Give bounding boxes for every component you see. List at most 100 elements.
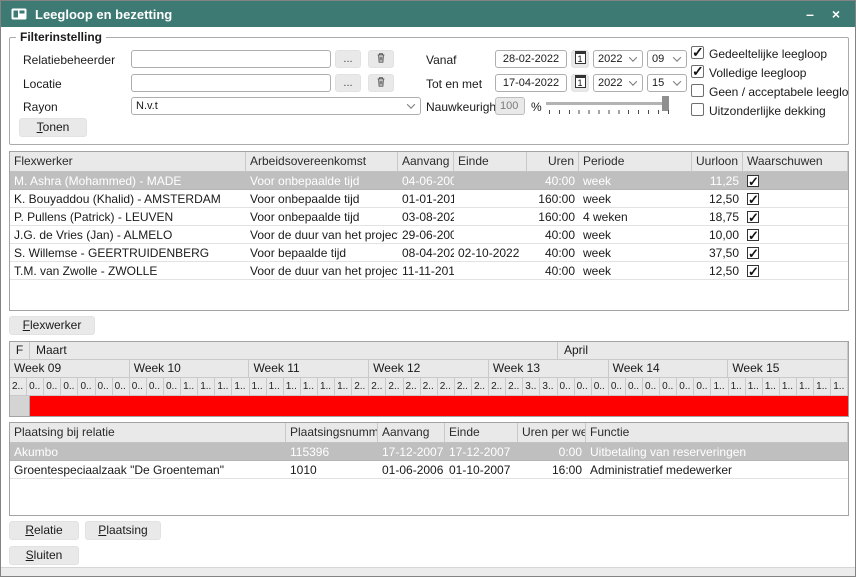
volledige-leegloop-checkbox[interactable] [691,65,704,78]
tonen-button[interactable]: Tonen [19,118,87,137]
gedeeltelijke-leegloop-checkbox[interactable] [691,46,704,59]
leegloop-en-bezetting-window: Leegloop en bezetting – × Filterinstelli… [0,0,856,577]
timeline-day-cell: 0.. [660,378,677,395]
locatie-label: Locatie [23,76,62,92]
tot-en-met-date-input[interactable]: 17-04-2022 [495,74,567,92]
col-functie[interactable]: Functie [586,423,848,442]
waarschuwen-checkbox[interactable] [747,211,759,223]
chevron-down-icon [629,53,637,61]
locatie-input[interactable] [131,74,331,92]
flexwerker-row-pullens[interactable]: P. Pullens (Patrick) - LEUVEN Voor onbep… [10,208,848,226]
cell-arbeidsovereenkomst: Voor de duur van het project [246,226,398,243]
cell-uurloon: 11,25 [692,172,743,189]
cell-periode: week [579,190,692,207]
relatiebeheerder-input[interactable] [131,50,331,68]
title-bar[interactable]: Leegloop en bezetting – × [1,1,855,27]
uitzonderlijke-dekking-checkbox[interactable] [691,103,704,116]
geen-acceptabele-leegloop-checkbox[interactable] [691,84,704,97]
flexwerker-row-ashra[interactable]: M. Ashra (Mohammed) - MADE Voor onbepaal… [10,172,848,190]
col-einde[interactable]: Einde [454,152,527,171]
timeline-week-cell: Week 14 [609,360,729,377]
col-arbeidsovereenkomst[interactable]: Arbeidsovereenkomst [246,152,398,171]
timeline-week-cell: Week 15 [728,360,848,377]
cell-uurloon: 12,50 [692,262,743,279]
col-uren[interactable]: Uren [527,152,579,171]
flexwerker-row-bouyaddou[interactable]: K. Bouyaddou (Khalid) - AMSTERDAM Voor o… [10,190,848,208]
cell-arbeidsovereenkomst: Voor onbepaalde tijd [246,190,398,207]
timeline-day-cell: 2.. [386,378,403,395]
vanaf-week-select[interactable]: 09 [647,50,687,68]
timeline-day-cell: 1.. [232,378,249,395]
cell-flexwerker: J.G. de Vries (Jan) - ALMELO [10,226,246,243]
timeline-day-cell: 2.. [369,378,386,395]
flexwerker-row-devries[interactable]: J.G. de Vries (Jan) - ALMELO Voor de duu… [10,226,848,244]
locatie-browse-button[interactable]: ... [335,74,361,92]
timeline-day-cell: 2.. [10,378,27,395]
timeline-week-cell: Week 09 [10,360,130,377]
relatiebeheerder-browse-button[interactable]: ... [335,50,361,68]
waarschuwen-checkbox[interactable] [747,265,759,277]
cell-aanvang: 01-06-2006 [378,461,445,478]
col-aanvang[interactable]: Aanvang [398,152,454,171]
chevron-down-icon [629,77,637,85]
cell-einde: 17-12-2007 [445,443,518,460]
col-plaatsingsnummer[interactable]: Plaatsingsnummer [286,423,378,442]
volledige-leegloop-bar[interactable] [30,396,848,416]
col-periode[interactable]: Periode [579,152,692,171]
plaatsing-button[interactable]: Plaatsing [85,521,161,540]
col-uren-per-week[interactable]: Uren per we... [518,423,586,442]
filter-legend: Filterinstelling [16,30,106,44]
cell-aanvang: 17-12-2007 [378,443,445,460]
timeline-day-cell: 2.. [404,378,421,395]
cell-uren: 160:00 [527,190,579,207]
timeline-day-cell: 1.. [831,378,848,395]
locatie-clear-button[interactable] [368,74,394,92]
vanaf-calendar-button[interactable]: 1 [571,50,589,68]
timeline-day-cell: 1.. [284,378,301,395]
rayon-select[interactable]: N.v.t [131,97,421,115]
tot-en-met-calendar-button[interactable]: 1 [571,74,589,92]
sluiten-button[interactable]: Sluiten [9,546,79,565]
timeline-day-cell: 1.. [215,378,232,395]
col-plaatsing-bij-relatie[interactable]: Plaatsing bij relatie [10,423,286,442]
cell-relatie: Akumbo [10,443,286,460]
timeline-day-cell: 2.. [489,378,506,395]
cell-aanvang: 29-06-2009 [398,226,454,243]
waarschuwen-checkbox[interactable] [747,229,759,241]
waarschuwen-checkbox[interactable] [747,175,759,187]
cell-einde [454,226,527,243]
nauwkeurigheid-slider-track[interactable] [546,102,669,105]
relatiebeheerder-clear-button[interactable] [368,50,394,68]
relatie-button[interactable]: Relatie [9,521,79,540]
waarschuwen-checkbox[interactable] [747,247,759,259]
cell-arbeidsovereenkomst: Voor onbepaalde tijd [246,208,398,225]
col-flexwerker[interactable]: Flexwerker [10,152,246,171]
col-uurloon[interactable]: Uurloon [692,152,743,171]
col-aanvang[interactable]: Aanvang [378,423,445,442]
vanaf-date-input[interactable]: 28-02-2022 [495,50,567,68]
cell-periode: week [579,262,692,279]
minimize-button[interactable]: – [797,1,823,27]
flexwerker-row-vanzwolle[interactable]: T.M. van Zwolle - ZWOLLE Voor de duur va… [10,262,848,280]
nauwkeurigheid-slider-thumb[interactable] [662,96,669,111]
vanaf-year-select[interactable]: 2022 [593,50,643,68]
tot-en-met-week-value: 15 [652,77,664,89]
cell-uren: 160:00 [527,208,579,225]
plaatsing-row-akumbo[interactable]: Akumbo 115396 17-12-2007 17-12-2007 0:00… [10,443,848,461]
nauwkeurigheid-value: 100 [495,97,525,115]
plaatsing-row-groenteman[interactable]: Groentespeciaalzaak "De Groenteman" 1010… [10,461,848,479]
col-waarschuwen[interactable]: Waarschuwen [743,152,848,171]
cell-flexwerker: P. Pullens (Patrick) - LEUVEN [10,208,246,225]
waarschuwen-checkbox[interactable] [747,193,759,205]
col-einde[interactable]: Einde [445,423,518,442]
tot-en-met-year-select[interactable]: 2022 [593,74,643,92]
close-button[interactable]: × [823,1,849,27]
plaatsing-table: Plaatsing bij relatie Plaatsingsnummer A… [9,422,849,516]
cell-uurloon: 10,00 [692,226,743,243]
flexwerker-row-willemse[interactable]: S. Willemse - GEERTRUIDENBERG Voor bepaa… [10,244,848,262]
timeline-day-cell: 0.. [694,378,711,395]
window-bottom-edge [1,567,855,576]
flexwerker-button[interactable]: Flexwerker [9,316,95,335]
window-title: Leegloop en bezetting [35,7,172,22]
tot-en-met-week-select[interactable]: 15 [647,74,687,92]
